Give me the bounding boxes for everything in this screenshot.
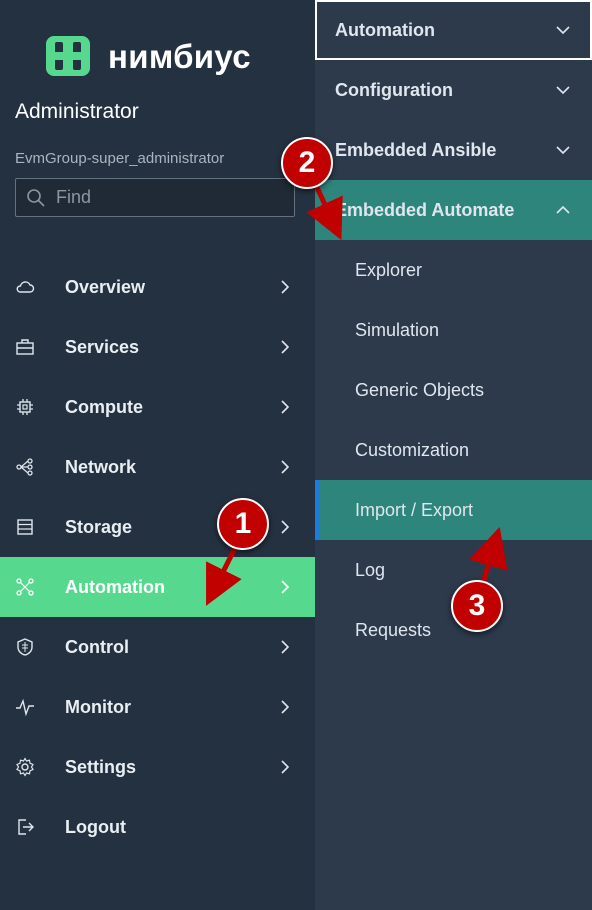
user-group: EvmGroup-super_administrator [15, 150, 225, 167]
nav-item-control[interactable]: Control [0, 617, 315, 677]
logout-icon [18, 819, 34, 835]
submenu-group-label: Embedded Ansible [335, 139, 497, 160]
submenu-item-label: Simulation [355, 319, 440, 340]
nav-label: Settings [65, 756, 137, 777]
chevron-right-icon [281, 400, 290, 414]
chevron-down-icon [556, 26, 570, 35]
nav-list: Overview Services Compute Network Storag… [0, 257, 315, 857]
secondary-navigation: Automation Configuration Embedded Ansibl… [315, 0, 592, 910]
submenu-item-simulation[interactable]: Simulation [315, 300, 592, 360]
nav-label: Storage [65, 516, 133, 537]
nav-item-overview[interactable]: Overview [0, 257, 315, 317]
automation-icon [16, 578, 34, 596]
chevron-down-icon [556, 146, 570, 155]
submenu-header-automation[interactable]: Automation [315, 0, 592, 60]
database-icon [17, 519, 33, 535]
user-name: Administrator [15, 100, 139, 123]
submenu-item-label: Explorer [355, 259, 423, 280]
submenu-list: Automation Configuration Embedded Ansibl… [315, 0, 592, 660]
pulse-icon [16, 698, 34, 717]
annotation-badge-3: 3 [451, 580, 503, 632]
submenu-item-label: Generic Objects [355, 379, 485, 400]
submenu-item-generic-objects[interactable]: Generic Objects [315, 360, 592, 420]
chevron-right-icon [281, 280, 290, 294]
submenu-item-label: Log [355, 559, 386, 580]
nav-label: Network [65, 456, 137, 477]
network-icon [16, 458, 33, 476]
toolbox-icon [16, 339, 34, 355]
gear-icon [16, 757, 34, 777]
submenu-header-label: Automation [335, 19, 435, 40]
submenu-group-embedded-ansible[interactable]: Embedded Ansible [315, 120, 592, 180]
nav-label: Logout [65, 816, 126, 837]
search-box[interactable] [15, 178, 295, 217]
chevron-up-icon [556, 205, 570, 214]
chevron-right-icon [281, 520, 290, 534]
nav-label: Monitor [65, 696, 131, 717]
nav-item-monitor[interactable]: Monitor [0, 677, 315, 737]
chevron-down-icon [556, 86, 570, 95]
submenu-item-label: Requests [355, 619, 432, 640]
nav-item-automation[interactable]: Automation [0, 557, 315, 617]
submenu-item-log[interactable]: Log [315, 540, 592, 600]
submenu-group-embedded-automate[interactable]: Embedded Automate [315, 180, 592, 240]
logo-mark-icon [46, 36, 90, 76]
nav-item-network[interactable]: Network [0, 437, 315, 497]
search-icon [27, 188, 45, 207]
chevron-right-icon [281, 460, 290, 474]
submenu-group-label: Configuration [335, 79, 453, 100]
nav-item-settings[interactable]: Settings [0, 737, 315, 797]
search-input[interactable] [56, 187, 276, 208]
nav-label: Overview [65, 276, 146, 297]
chip-icon [17, 399, 33, 415]
nav-label: Compute [65, 396, 143, 417]
chevron-right-icon [281, 760, 290, 774]
submenu-group-configuration[interactable]: Configuration [315, 60, 592, 120]
chevron-right-icon [281, 640, 290, 654]
nav-item-logout[interactable]: Logout [0, 797, 315, 857]
nav-label: Services [65, 336, 140, 357]
chevron-right-icon [281, 580, 290, 594]
annotation-badge-1: 1 [217, 498, 269, 550]
brand-name: нимбиус [108, 37, 251, 75]
cloud-icon [16, 281, 35, 293]
chevron-right-icon [281, 700, 290, 714]
primary-navigation: нимбиус Administrator EvmGroup-super_adm… [0, 0, 315, 910]
submenu-item-label: Customization [355, 439, 470, 460]
nav-item-compute[interactable]: Compute [0, 377, 315, 437]
submenu-item-explorer[interactable]: Explorer [315, 240, 592, 300]
submenu-item-import-export[interactable]: Import / Export [315, 480, 592, 540]
submenu-group-label: Embedded Automate [335, 199, 515, 220]
nav-label: Automation [65, 576, 165, 597]
nav-item-services[interactable]: Services [0, 317, 315, 377]
submenu-item-label: Import / Export [355, 499, 474, 520]
nav-label: Control [65, 636, 129, 657]
shield-icon [17, 638, 33, 656]
chevron-right-icon [281, 340, 290, 354]
brand-logo[interactable]: нимбиус [40, 30, 251, 82]
annotation-badge-2: 2 [281, 137, 333, 189]
submenu-item-customization[interactable]: Customization [315, 420, 592, 480]
